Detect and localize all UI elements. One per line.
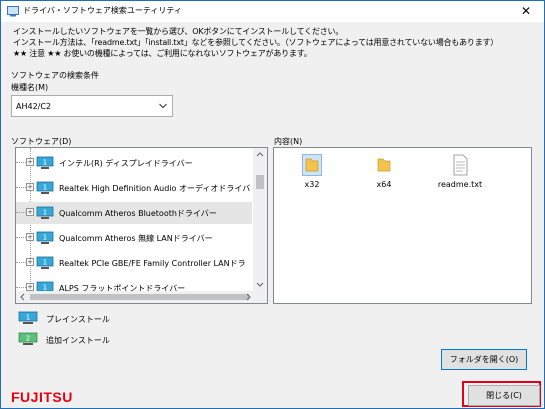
search-conditions-label: ソフトウェアの検索条件 xyxy=(11,71,99,80)
preinstall-icon: 1 xyxy=(36,156,54,169)
instruction-line-2: インストール方法は、「readme.txt」「install.txt」などを参照… xyxy=(13,38,499,47)
close-icon[interactable]: ✕ xyxy=(514,3,538,20)
svg-text:1: 1 xyxy=(43,259,47,267)
expand-icon[interactable]: + xyxy=(26,208,34,216)
expand-icon[interactable]: + xyxy=(26,183,34,191)
preinstall-icon: 1 xyxy=(36,206,54,219)
instruction-line-1: インストールしたいソフトウェアを一覧から選び、OKボタンにてインストールしてくだ… xyxy=(13,27,344,36)
chevron-down-icon xyxy=(159,103,167,109)
tree-item-label: Realtek High Definition Audio オーディオドライバ xyxy=(59,184,251,193)
file-item-readme[interactable]: readme.txt xyxy=(430,154,490,189)
preinstall-icon: 1 xyxy=(36,181,54,194)
tree-item-label: インテル(R) ディスプレイドライバー xyxy=(59,159,193,168)
text-file-icon xyxy=(453,154,468,176)
tree-item[interactable]: +1 Realtek High Definition Audio オーディオドライ… xyxy=(16,177,252,199)
folder-icon xyxy=(377,158,391,172)
file-name: readme.txt xyxy=(437,180,483,189)
svg-text:1: 1 xyxy=(43,234,47,242)
model-label: 機種名(M) xyxy=(11,83,49,92)
tree-item[interactable]: +1 Qualcomm Atheros 無線 LANドライバー xyxy=(16,227,252,249)
contents-panel[interactable]: x32 x64 readme.txt xyxy=(273,147,532,304)
instruction-line-3: ★★ 注意 ★★ お使いの機種によっては、ご利用になれないソフトウェアがあります… xyxy=(13,49,312,58)
software-list-label: ソフトウェア(D) xyxy=(11,137,72,146)
expand-icon[interactable]: + xyxy=(26,283,34,291)
svg-text:2: 2 xyxy=(26,335,30,343)
preinstall-legend-label: プレインストール xyxy=(46,315,110,324)
file-name: x32 xyxy=(304,180,320,189)
tree-item[interactable]: +1 インテル(R) ディスプレイドライバー xyxy=(16,152,252,174)
expand-icon[interactable]: + xyxy=(26,233,34,241)
svg-text:1: 1 xyxy=(26,314,30,322)
additional-install-icon: 2 xyxy=(18,332,38,345)
scrollbar-track xyxy=(256,152,264,287)
tree-item-label: Realtek PCIe GBE/FE Family Controller LA… xyxy=(59,259,246,268)
hscrollbar-track xyxy=(20,293,251,301)
horizontal-scrollbar[interactable] xyxy=(16,291,255,303)
app-icon xyxy=(7,6,19,17)
preinstall-icon: 1 xyxy=(18,311,38,324)
preinstall-icon: 1 xyxy=(36,231,54,244)
software-tree[interactable]: +1 インテル(R) ディスプレイドライバー +1 Realtek High Defi… xyxy=(15,147,268,304)
scroll-up-icon[interactable] xyxy=(256,152,264,157)
svg-text:1: 1 xyxy=(43,184,47,192)
file-item-x64[interactable]: x64 xyxy=(354,154,414,189)
svg-text:1: 1 xyxy=(43,209,47,217)
scroll-down-icon[interactable] xyxy=(256,282,264,287)
open-folder-button[interactable]: フォルダを開く(O) xyxy=(441,349,527,370)
expand-icon[interactable]: + xyxy=(26,258,34,266)
contents-label: 内容(N) xyxy=(274,137,303,146)
model-select-value: AH42/C2 xyxy=(16,102,52,111)
additional-install-legend-label: 追加インストール xyxy=(46,336,110,345)
svg-text:1: 1 xyxy=(43,159,47,167)
file-name: x64 xyxy=(376,180,392,189)
title-bar: ドライバ・ソフトウェア検索ユーティリティ ✕ xyxy=(1,1,544,22)
file-item-x32[interactable]: x32 xyxy=(282,154,342,189)
window-title: ドライバ・ソフトウェア検索ユーティリティ xyxy=(23,6,182,15)
model-select[interactable]: AH42/C2 xyxy=(11,95,173,117)
folder-icon xyxy=(302,154,322,176)
vertical-scrollbar[interactable] xyxy=(253,148,267,303)
tree-item[interactable]: +1 Qualcomm Atheros Bluetoothドライバー xyxy=(16,202,252,224)
app-window: ドライバ・ソフトウェア検索ユーティリティ ✕ インストールしたいソフトウェアを一… xyxy=(0,0,545,409)
hscroll-thumb[interactable] xyxy=(30,294,249,300)
preinstall-icon: 1 xyxy=(36,256,54,269)
scroll-left-icon[interactable] xyxy=(20,293,25,301)
fujitsu-logo: FUJITSU xyxy=(11,389,73,405)
expand-icon[interactable]: + xyxy=(26,158,34,166)
tree-item-label: Qualcomm Atheros 無線 LANドライバー xyxy=(59,234,213,243)
tree-item-label: Qualcomm Atheros Bluetoothドライバー xyxy=(59,209,217,218)
tree-item[interactable]: +1 Realtek PCIe GBE/FE Family Controller … xyxy=(16,252,252,274)
scroll-thumb[interactable] xyxy=(256,175,264,189)
close-button[interactable]: 閉じる(C) xyxy=(468,385,540,406)
